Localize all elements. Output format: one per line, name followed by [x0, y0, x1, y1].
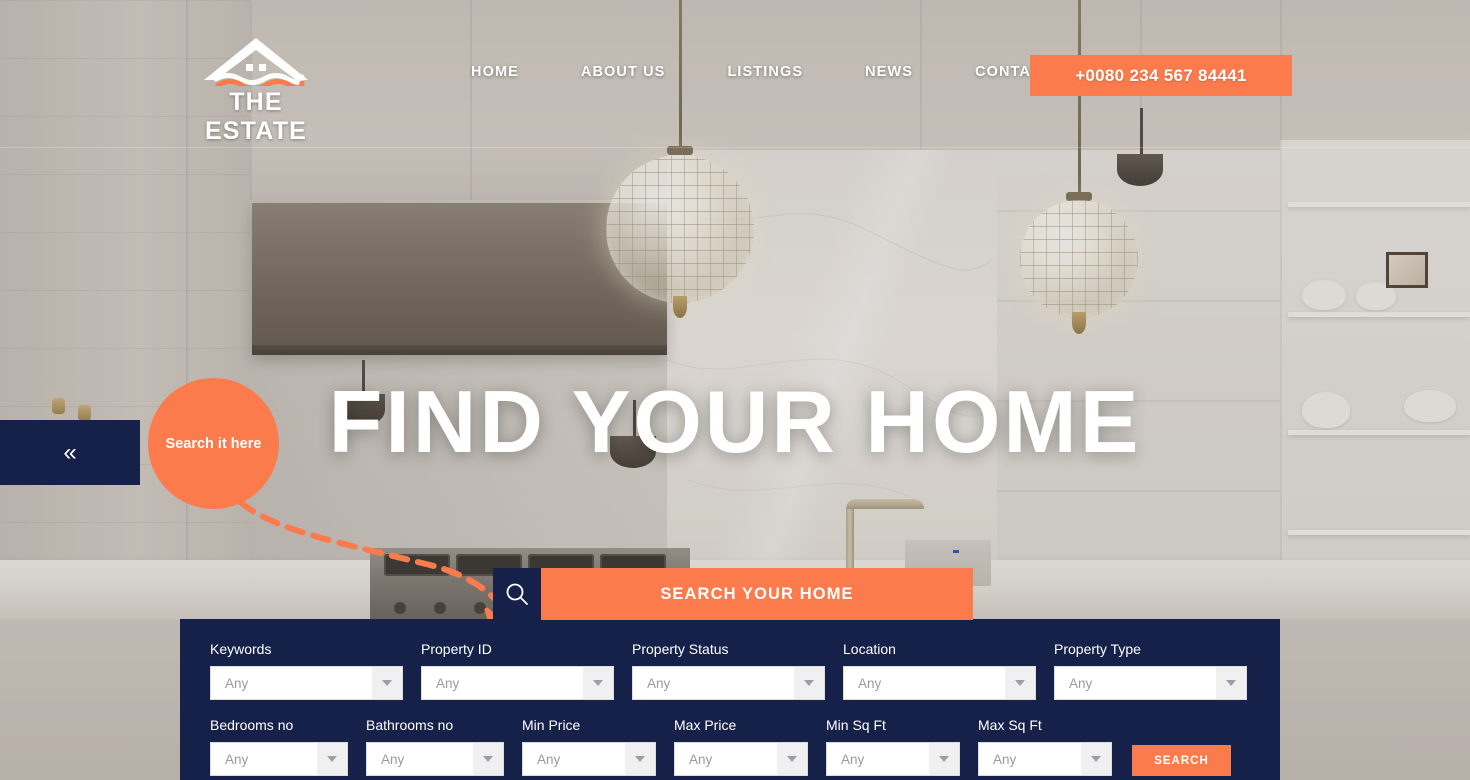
select-min-sq-ft-value: Any — [841, 751, 865, 767]
select-keywords-value: Any — [225, 675, 249, 691]
label-location: Location — [843, 641, 896, 657]
select-bathrooms-no[interactable]: Any — [366, 742, 504, 776]
select-bathrooms-no-value: Any — [381, 751, 405, 767]
search-row-2: Bedrooms no Any Bathrooms no Any Min Pri… — [210, 717, 1250, 776]
select-property-status[interactable]: Any — [632, 666, 825, 700]
chevron-down-icon — [794, 667, 824, 699]
label-min-price: Min Price — [522, 717, 581, 733]
search-submit-button[interactable]: SEARCH — [1132, 745, 1231, 776]
label-bedrooms-no: Bedrooms no — [210, 717, 294, 733]
label-keywords: Keywords — [210, 641, 272, 657]
field-min-price: Min Price Any — [522, 717, 656, 776]
select-max-price-value: Any — [689, 751, 713, 767]
field-min-sq-ft: Min Sq Ft Any — [826, 717, 960, 776]
select-property-id[interactable]: Any — [421, 666, 614, 700]
chevron-down-icon — [777, 743, 807, 775]
page-root: THE ESTATE HOME ABOUT US LISTINGS NEWS C… — [0, 0, 1470, 780]
site-logo[interactable]: THE ESTATE — [176, 30, 336, 146]
chevron-down-icon — [583, 667, 613, 699]
select-keywords[interactable]: Any — [210, 666, 403, 700]
select-min-price[interactable]: Any — [522, 742, 656, 776]
label-property-status: Property Status — [632, 641, 729, 657]
nav-item-home[interactable]: HOME — [440, 64, 550, 80]
label-max-sq-ft: Max Sq Ft — [978, 717, 1042, 733]
select-location-value: Any — [858, 675, 882, 691]
label-property-id: Property ID — [421, 641, 492, 657]
select-property-status-value: Any — [647, 675, 671, 691]
select-min-sq-ft[interactable]: Any — [826, 742, 960, 776]
chevron-down-icon — [625, 743, 655, 775]
chevron-down-icon — [929, 743, 959, 775]
search-your-home-tab[interactable]: SEARCH YOUR HOME — [541, 568, 973, 620]
roof-house-wave-logo-icon — [204, 38, 308, 86]
field-location: Location Any — [843, 641, 1036, 700]
nav-item-about-us[interactable]: ABOUT US — [550, 64, 697, 80]
label-min-sq-ft: Min Sq Ft — [826, 717, 886, 733]
main-navigation: HOME ABOUT US LISTINGS NEWS CONTACT — [440, 64, 1084, 80]
field-keywords: Keywords Any — [210, 641, 403, 700]
select-max-price[interactable]: Any — [674, 742, 808, 776]
select-location[interactable]: Any — [843, 666, 1036, 700]
select-min-price-value: Any — [537, 751, 561, 767]
search-row-1: Keywords Any Property ID Any Property St… — [210, 641, 1250, 700]
field-bedrooms-no: Bedrooms no Any — [210, 717, 348, 776]
magnifier-icon — [506, 583, 528, 605]
chevron-down-icon — [1005, 667, 1035, 699]
field-bathrooms-no: Bathrooms no Any — [366, 717, 504, 776]
select-property-type[interactable]: Any — [1054, 666, 1247, 700]
field-max-sq-ft: Max Sq Ft Any — [978, 717, 1112, 776]
select-property-type-value: Any — [1069, 675, 1093, 691]
field-property-status: Property Status Any — [632, 641, 825, 700]
nav-item-news[interactable]: NEWS — [834, 64, 944, 80]
chevron-down-icon — [1216, 667, 1246, 699]
field-property-id: Property ID Any — [421, 641, 614, 700]
label-bathrooms-no: Bathrooms no — [366, 717, 454, 733]
nav-item-listings[interactable]: LISTINGS — [696, 64, 834, 80]
site-header: THE ESTATE HOME ABOUT US LISTINGS NEWS C… — [0, 0, 1470, 148]
select-max-sq-ft[interactable]: Any — [978, 742, 1112, 776]
field-property-type: Property Type Any — [1054, 641, 1247, 700]
phone-button[interactable]: +0080 234 567 84441 — [1030, 55, 1292, 96]
chevron-down-icon — [317, 743, 347, 775]
search-icon-button[interactable] — [493, 568, 541, 620]
select-bedrooms-no[interactable]: Any — [210, 742, 348, 776]
chevron-down-icon — [372, 667, 402, 699]
select-property-id-value: Any — [436, 675, 460, 691]
label-property-type: Property Type — [1054, 641, 1141, 657]
chevron-down-icon — [1081, 743, 1111, 775]
logo-text: THE ESTATE — [204, 88, 308, 145]
property-search-panel: Keywords Any Property ID Any Property St… — [180, 619, 1280, 780]
label-max-price: Max Price — [674, 717, 737, 733]
chevron-down-icon — [473, 743, 503, 775]
select-max-sq-ft-value: Any — [993, 751, 1017, 767]
field-max-price: Max Price Any — [674, 717, 808, 776]
carousel-prev-button[interactable]: « — [0, 420, 140, 485]
select-bedrooms-no-value: Any — [225, 751, 249, 767]
search-tab-row: SEARCH YOUR HOME — [493, 568, 973, 620]
